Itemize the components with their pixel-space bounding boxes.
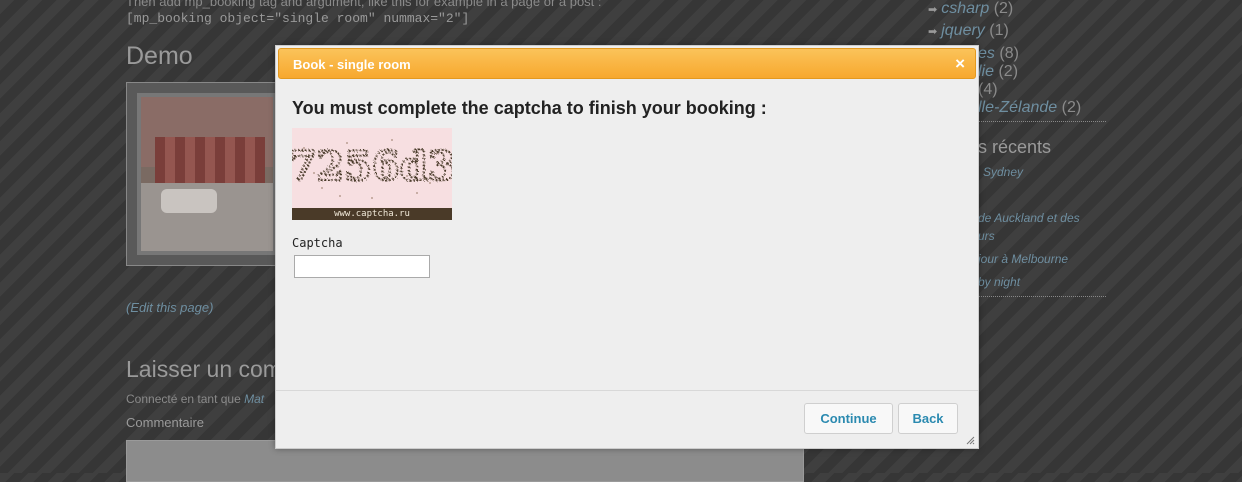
sidebar-tag-item[interactable]: ➡ jquery (1) bbox=[928, 22, 1009, 40]
recent-post-link[interactable]: Sydney bbox=[983, 165, 1023, 179]
dialog-button-pane: Continue Back bbox=[276, 390, 978, 449]
room-photo bbox=[137, 93, 277, 255]
comment-label: Commentaire bbox=[126, 415, 205, 430]
captcha-footer: www.captcha.ru bbox=[292, 208, 452, 220]
edit-page-link[interactable]: (Edit this page) bbox=[126, 300, 213, 315]
sidebar-tag-item[interactable]: ➡ csharp (2) bbox=[928, 0, 1013, 18]
sidebar-tag-item[interactable]: es (8) bbox=[978, 45, 1019, 63]
connected-as: Connecté en tant que Mat bbox=[126, 392, 264, 406]
recent-post-link[interactable]: de Auckland et des bbox=[978, 211, 1080, 225]
sidebar-tag-item[interactable]: lle-Zélande (2) bbox=[978, 99, 1081, 117]
back-button[interactable]: Back bbox=[898, 403, 958, 434]
close-icon[interactable]: × bbox=[955, 54, 965, 74]
dialog-title: Book - single room bbox=[293, 57, 411, 72]
captcha-code: 7256d3 bbox=[292, 143, 452, 190]
demo-heading: Demo bbox=[126, 42, 193, 70]
recent-post-link[interactable]: urs bbox=[978, 229, 995, 243]
recent-post-link[interactable]: jour à Melbourne bbox=[978, 252, 1068, 266]
continue-button[interactable]: Continue bbox=[804, 403, 893, 434]
captcha-text-image: 7256d3 bbox=[287, 139, 457, 199]
arrow-right-icon: ➡ bbox=[928, 26, 938, 38]
captcha-label: Captcha bbox=[292, 236, 343, 250]
captcha-image: 7256d3 www.captcha.ru bbox=[287, 128, 457, 220]
captcha-input[interactable] bbox=[294, 255, 430, 278]
dialog-titlebar[interactable]: Book - single room × bbox=[278, 48, 976, 79]
sidebar-tag-item[interactable]: lie (2) bbox=[978, 63, 1018, 81]
resize-handle-icon[interactable] bbox=[965, 435, 975, 445]
arrow-right-icon: ➡ bbox=[928, 4, 938, 16]
connected-user-link[interactable]: Mat bbox=[244, 392, 264, 406]
sidebar-tag-item[interactable]: (4) bbox=[978, 81, 998, 99]
recent-post-link[interactable]: by night bbox=[978, 275, 1020, 289]
shortcode-example: [mp_booking object="single room" nummax=… bbox=[126, 11, 470, 26]
demo-gallery bbox=[126, 82, 278, 266]
booking-dialog: Book - single room × You must complete t… bbox=[275, 45, 979, 449]
captcha-heading: You must complete the captcha to finish … bbox=[292, 98, 767, 118]
intro-text: Then add mp_booking tag and argument, li… bbox=[126, 0, 602, 9]
connected-prefix: Connecté en tant que bbox=[126, 392, 241, 406]
recent-posts-heading: s récents bbox=[978, 137, 1052, 157]
